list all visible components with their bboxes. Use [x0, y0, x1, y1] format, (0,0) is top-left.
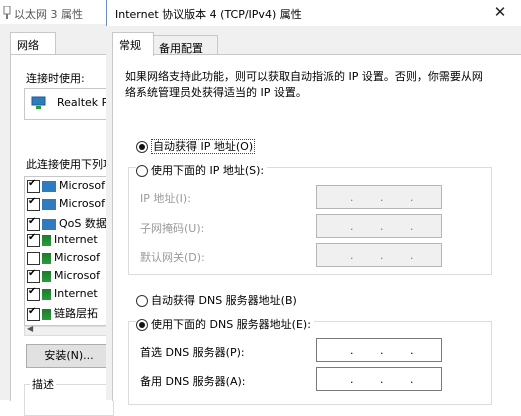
background-window-titlebar: 以太网 3 属性: [0, 0, 112, 24]
list-item[interactable]: QoS 数据: [27, 215, 107, 233]
protocol-icon: [42, 252, 51, 264]
connect-using-label: 连接时使用:: [26, 72, 85, 85]
components-list: Microsof Microsof QoS 数据 Internet Micros…: [24, 176, 114, 326]
list-item[interactable]: Internet: [27, 232, 98, 251]
subnet-mask-label: 子网掩码(U):: [140, 222, 205, 235]
protocol-icon: [42, 234, 51, 246]
component-checkbox[interactable]: [27, 286, 40, 301]
intro-line: 络系统管理员处获得适当的 IP 设置。: [125, 86, 307, 99]
close-icon[interactable]: ✕: [490, 3, 510, 21]
adapter-box: Realtek P: [24, 88, 114, 120]
protocol-icon: [42, 308, 51, 320]
component-checkbox[interactable]: [27, 196, 40, 211]
description-label: 描述: [30, 376, 56, 392]
component-icon: [42, 180, 56, 192]
network-adapter-icon: [3, 5, 12, 22]
alternate-dns-field[interactable]: ...: [316, 367, 442, 391]
default-gateway-field[interactable]: ...: [316, 243, 442, 267]
intro-text: 如果网络支持此功能，则可以获取自动指派的 IP 设置。否则，你需要从网 络系统管…: [125, 69, 505, 101]
list-item[interactable]: Internet: [27, 286, 98, 305]
list-item[interactable]: 链路层拓: [27, 305, 98, 323]
component-checkbox[interactable]: [27, 178, 40, 193]
scroll-left-icon[interactable]: ◀: [27, 324, 33, 333]
background-window-title: 以太网 3 属性: [14, 8, 83, 21]
ip-auto-radio[interactable]: 自动获得 IP 地址(O): [136, 138, 256, 154]
component-checkbox[interactable]: [27, 268, 40, 283]
list-item[interactable]: Microsof: [27, 268, 100, 287]
component-checkbox[interactable]: [27, 251, 40, 265]
intro-line: 如果网络支持此功能，则可以获取自动指派的 IP 设置。否则，你需要从网: [125, 70, 483, 83]
ip-address-field[interactable]: ...: [316, 185, 442, 209]
dialog-title: Internet 协议版本 4 (TCP/IPv4) 属性: [115, 8, 302, 21]
preferred-dns-field[interactable]: ...: [316, 338, 442, 362]
radio-dot-icon: [136, 319, 148, 331]
radio-dot-icon: [136, 141, 148, 153]
component-checkbox[interactable]: [27, 216, 40, 231]
radio-circle-icon: [136, 165, 148, 177]
network-card-icon: [31, 96, 47, 113]
component-checkbox[interactable]: [27, 232, 40, 247]
default-gateway-label: 默认网关(D):: [140, 251, 205, 264]
components-label: 此连接使用下列项: [26, 158, 114, 171]
ip-address-label: IP 地址(I):: [140, 192, 191, 205]
subnet-mask-field[interactable]: ...: [316, 214, 442, 238]
protocol-icon: [42, 288, 51, 300]
component-checkbox[interactable]: [27, 306, 40, 321]
adapter-name: Realtek P: [57, 96, 109, 109]
tab-network[interactable]: 网络: [10, 32, 56, 55]
component-icon: [42, 218, 56, 230]
protocol-icon: [42, 270, 51, 282]
list-item[interactable]: Microsof: [27, 196, 105, 215]
list-item[interactable]: Microsof: [27, 251, 100, 269]
tab-alternate-configuration[interactable]: 备用配置: [152, 35, 218, 56]
list-item[interactable]: Microsof: [27, 178, 105, 197]
horizontal-scrollbar[interactable]: ◀: [24, 324, 114, 336]
dialog-titlebar: Internet 协议版本 4 (TCP/IPv4) 属性 ✕: [106, 0, 521, 26]
radio-circle-icon: [136, 295, 148, 307]
alternate-dns-label: 备用 DNS 服务器(A):: [140, 375, 246, 388]
component-icon: [42, 198, 56, 210]
tab-general[interactable]: 常规: [112, 32, 154, 56]
dns-auto-radio[interactable]: 自动获得 DNS 服务器地址(B): [136, 292, 297, 308]
dns-manual-radio[interactable]: 使用下面的 DNS 服务器地址(E):: [136, 316, 314, 332]
preferred-dns-label: 首选 DNS 服务器(P):: [140, 346, 245, 359]
dns-group: [128, 321, 492, 405]
install-button[interactable]: 安装(N)...: [26, 344, 112, 368]
ip-manual-radio[interactable]: 使用下面的 IP 地址(S):: [136, 162, 268, 178]
